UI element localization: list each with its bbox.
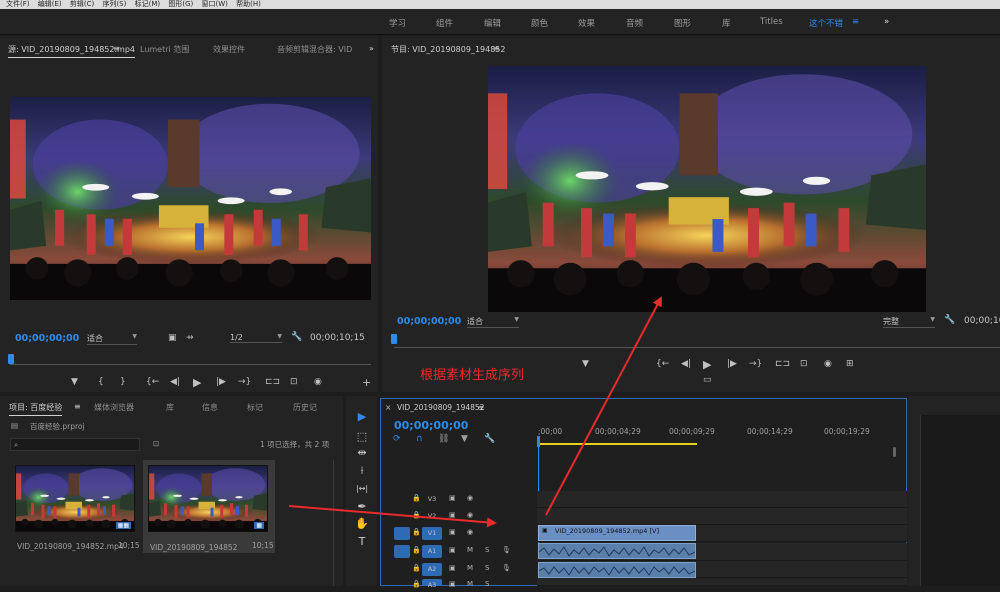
annotation-arrow-project-to-timeline (288, 505, 497, 528)
annotation-arrow-timeline-to-program (545, 296, 662, 516)
annotation-arrows (288, 296, 662, 528)
